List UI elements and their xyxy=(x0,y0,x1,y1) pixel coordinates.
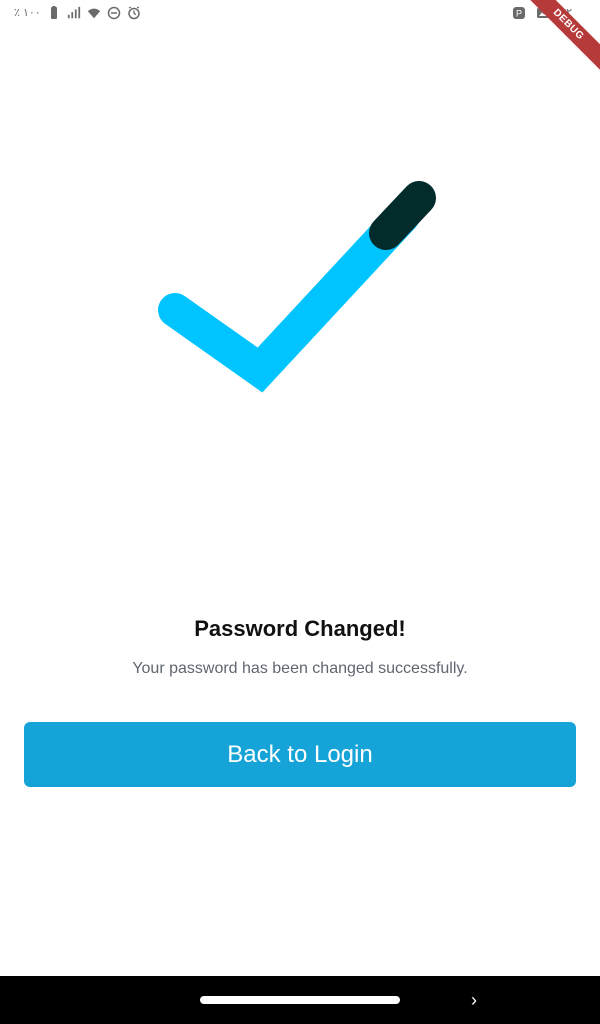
signal-icon xyxy=(67,6,81,20)
battery-icon xyxy=(47,6,61,20)
success-message: Your password has been changed successfu… xyxy=(132,660,468,677)
home-gesture-handle[interactable] xyxy=(200,996,400,1004)
system-navigation-bar: › xyxy=(0,976,600,1024)
do-not-disturb-icon xyxy=(107,6,121,20)
success-checkmark-illustration xyxy=(150,170,450,415)
nav-chevron-right-icon[interactable]: › xyxy=(466,988,482,1012)
svg-text:P: P xyxy=(516,9,522,19)
parking-icon: P xyxy=(512,6,526,20)
back-to-login-button[interactable]: Back to Login xyxy=(24,722,576,787)
page-title: Password Changed! xyxy=(194,616,406,641)
status-right: P ٢٢ xyxy=(512,0,572,26)
status-left: ٪ ١٠٠ xyxy=(14,0,141,26)
alarm-icon xyxy=(127,6,141,20)
status-bar: ٪ ١٠٠ P ٢٢ xyxy=(0,0,600,26)
gallery-icon xyxy=(536,6,550,20)
checkmark-icon xyxy=(158,181,436,393)
battery-percentage: ٪ ١٠٠ xyxy=(14,7,41,19)
wifi-icon xyxy=(87,6,101,20)
password-changed-screen: ٪ ١٠٠ P ٢٢ DEBUG Password Changed! Your … xyxy=(0,0,600,1024)
clock-text: ٢٢ xyxy=(560,7,572,19)
